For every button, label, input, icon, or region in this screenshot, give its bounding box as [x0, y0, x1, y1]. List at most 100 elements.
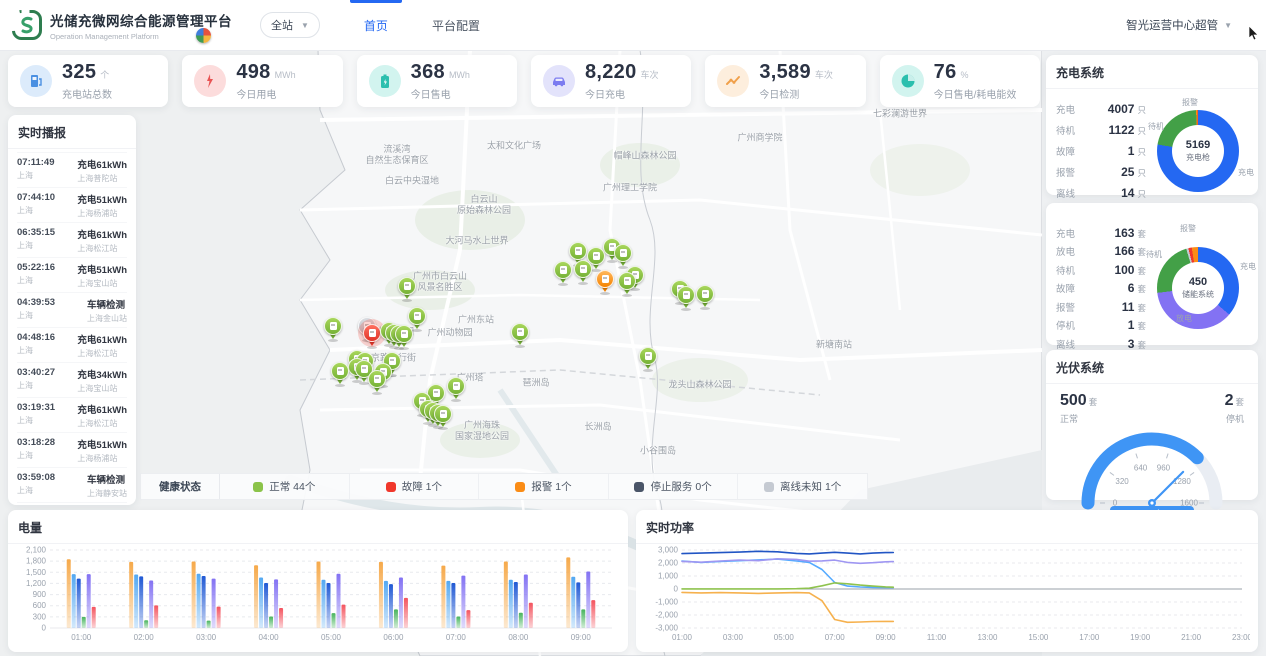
broadcast-list[interactable]: 07:11:49上海充电61kWh上海普陀站07:44:10上海充电51kWh上… — [8, 149, 136, 505]
broadcast-item[interactable]: 03:40:27上海充电34kWh上海宝山站 — [17, 363, 127, 398]
charger-icon — [593, 252, 600, 260]
health-dot — [634, 482, 644, 492]
broadcast-event: 车辆检测 — [87, 297, 127, 311]
svg-text:07:00: 07:00 — [825, 633, 846, 642]
health-legend-3[interactable]: 停止服务 0个 — [609, 474, 739, 499]
broadcast-city: 上海 — [17, 345, 55, 356]
stat-unit: 只 — [1137, 104, 1146, 116]
svg-text:640: 640 — [1134, 463, 1148, 472]
stat-value: 6 — [1086, 281, 1134, 295]
health-label: 报警 1个 — [531, 479, 571, 494]
health-legend-4[interactable]: 离线未知 1个 — [738, 474, 867, 499]
svg-text:03:00: 03:00 — [723, 633, 744, 642]
system-stat-row: 充电4007只 — [1056, 102, 1146, 116]
station-marker-normal[interactable] — [511, 323, 529, 348]
station-marker-normal[interactable] — [639, 347, 657, 372]
donut-center-label: 储能系统 — [1182, 289, 1214, 300]
health-legend-0[interactable]: 正常 44个 — [220, 474, 350, 499]
kpi-card-1[interactable]: 498MWh今日用电 — [182, 55, 342, 107]
nav-tab-1[interactable]: 平台配置 — [410, 0, 502, 50]
station-marker-normal[interactable] — [395, 325, 413, 350]
svg-text:600: 600 — [33, 601, 47, 610]
station-marker-normal[interactable] — [696, 285, 714, 310]
broadcast-item[interactable]: 03:18:28上海充电51kWh上海杨浦站 — [17, 433, 127, 468]
broadcast-item[interactable]: 03:59:08上海车辆检测上海静安站 — [17, 468, 127, 503]
kpi-card-5[interactable]: 76%今日售电/耗电能效 — [880, 55, 1040, 107]
charger-icon — [620, 249, 627, 257]
broadcast-item[interactable]: 06:35:15上海充电61kWh上海松江站 — [17, 223, 127, 258]
kpi-card-0[interactable]: 325个充电站总数 — [8, 55, 168, 107]
main-nav-tabs: 首页平台配置 — [342, 0, 502, 50]
system-stat-row: 待机1122只 — [1056, 123, 1146, 137]
kpi-label: 今日检测 — [759, 86, 833, 101]
kpi-value: 325 — [62, 61, 96, 84]
stat-label: 故障 — [1056, 281, 1086, 295]
kpi-label: 今日售电 — [411, 86, 470, 101]
station-marker-normal[interactable] — [434, 405, 452, 430]
marker-head — [368, 370, 386, 388]
broadcast-item[interactable]: 04:48:16上海充电61kWh上海松江站 — [17, 328, 127, 363]
broadcast-item[interactable]: 03:38:04上海车辆检测上海嘉定站 — [17, 503, 127, 505]
site-select-value: 全站 — [271, 17, 293, 33]
donut-callout-label: 充电 — [1240, 261, 1256, 272]
plug-icon — [194, 65, 226, 97]
station-marker-fault[interactable] — [363, 324, 381, 349]
station-marker-normal[interactable] — [677, 286, 695, 311]
charger-icon — [645, 352, 652, 360]
pv-system-panel: 光伏系统 500套 正常 2套 停机 032064096012801600 12… — [1046, 350, 1258, 500]
marker-head — [569, 242, 587, 260]
kpi-card-4[interactable]: 3,589车次今日检测 — [705, 55, 865, 107]
user-menu[interactable]: 智光运营中心超管 ▼ — [1126, 17, 1232, 33]
marker-head — [614, 244, 632, 262]
kpi-unit: 车次 — [641, 68, 659, 81]
station-marker-normal[interactable] — [618, 272, 636, 297]
kpi-card-3[interactable]: 8,220车次今日充电 — [531, 55, 691, 107]
station-marker-normal[interactable] — [554, 261, 572, 286]
kpi-value: 3,589 — [759, 61, 811, 84]
system-stat-row: 待机100套 — [1056, 263, 1146, 277]
station-marker-normal[interactable] — [398, 277, 416, 302]
kpi-card-2[interactable]: 368MWh今日售电 — [357, 55, 517, 107]
charger-icon — [453, 382, 460, 390]
broadcast-item[interactable]: 05:22:16上海充电51kWh上海宝山站 — [17, 258, 127, 293]
station-marker-normal[interactable] — [368, 370, 386, 395]
station-marker-normal[interactable] — [447, 377, 465, 402]
svg-text:3,000: 3,000 — [658, 546, 679, 555]
power-chart-card: 实时功率 -3,000-2,000-1,00001,0002,0003,0000… — [636, 510, 1258, 652]
svg-text:19:00: 19:00 — [1130, 633, 1151, 642]
site-select-dropdown[interactable]: 全站 ▼ — [260, 12, 320, 38]
svg-text:0: 0 — [42, 624, 47, 633]
stat-unit: 套 — [1137, 265, 1146, 277]
charger-icon — [683, 291, 690, 299]
station-marker-normal[interactable] — [574, 260, 592, 285]
chevron-down-icon: ▼ — [1224, 21, 1232, 30]
nav-tab-0[interactable]: 首页 — [342, 0, 410, 50]
broadcast-time: 03:19:31 — [17, 402, 55, 413]
svg-text:05:00: 05:00 — [774, 633, 795, 642]
broadcast-item[interactable]: 07:44:10上海充电51kWh上海杨浦站 — [17, 188, 127, 223]
stat-label: 故障 — [1056, 144, 1086, 158]
broadcast-station: 上海静安站 — [87, 488, 127, 499]
health-legend-2[interactable]: 报警 1个 — [479, 474, 609, 499]
assistant-sphere-icon[interactable] — [196, 28, 211, 43]
stat-label: 停机 — [1056, 318, 1086, 332]
app-logo — [12, 10, 42, 40]
station-marker-normal[interactable] — [324, 317, 342, 342]
health-legend-1[interactable]: 故障 1个 — [350, 474, 480, 499]
svg-text:2,100: 2,100 — [26, 546, 47, 555]
kpi-unit: % — [961, 70, 969, 80]
broadcast-item[interactable]: 04:39:53上海车辆检测上海金山站 — [17, 293, 127, 328]
broadcast-item[interactable]: 07:11:49上海充电61kWh上海普陀站 — [17, 153, 127, 188]
broadcast-time: 04:39:53 — [17, 297, 55, 308]
system-stat-row: 离线3套 — [1056, 337, 1146, 351]
broadcast-event: 充电51kWh — [77, 262, 127, 276]
station-marker-normal[interactable] — [331, 362, 349, 387]
marker-head — [447, 377, 465, 395]
broadcast-event: 充电51kWh — [77, 192, 127, 206]
broadcast-item[interactable]: 03:19:31上海充电61kWh上海松江站 — [17, 398, 127, 433]
kpi-label: 今日用电 — [236, 86, 295, 101]
svg-text:320: 320 — [1115, 477, 1129, 486]
stat-value: 25 — [1086, 165, 1134, 179]
broadcast-city: 上海 — [17, 205, 55, 216]
station-marker-alarm[interactable] — [596, 270, 614, 295]
